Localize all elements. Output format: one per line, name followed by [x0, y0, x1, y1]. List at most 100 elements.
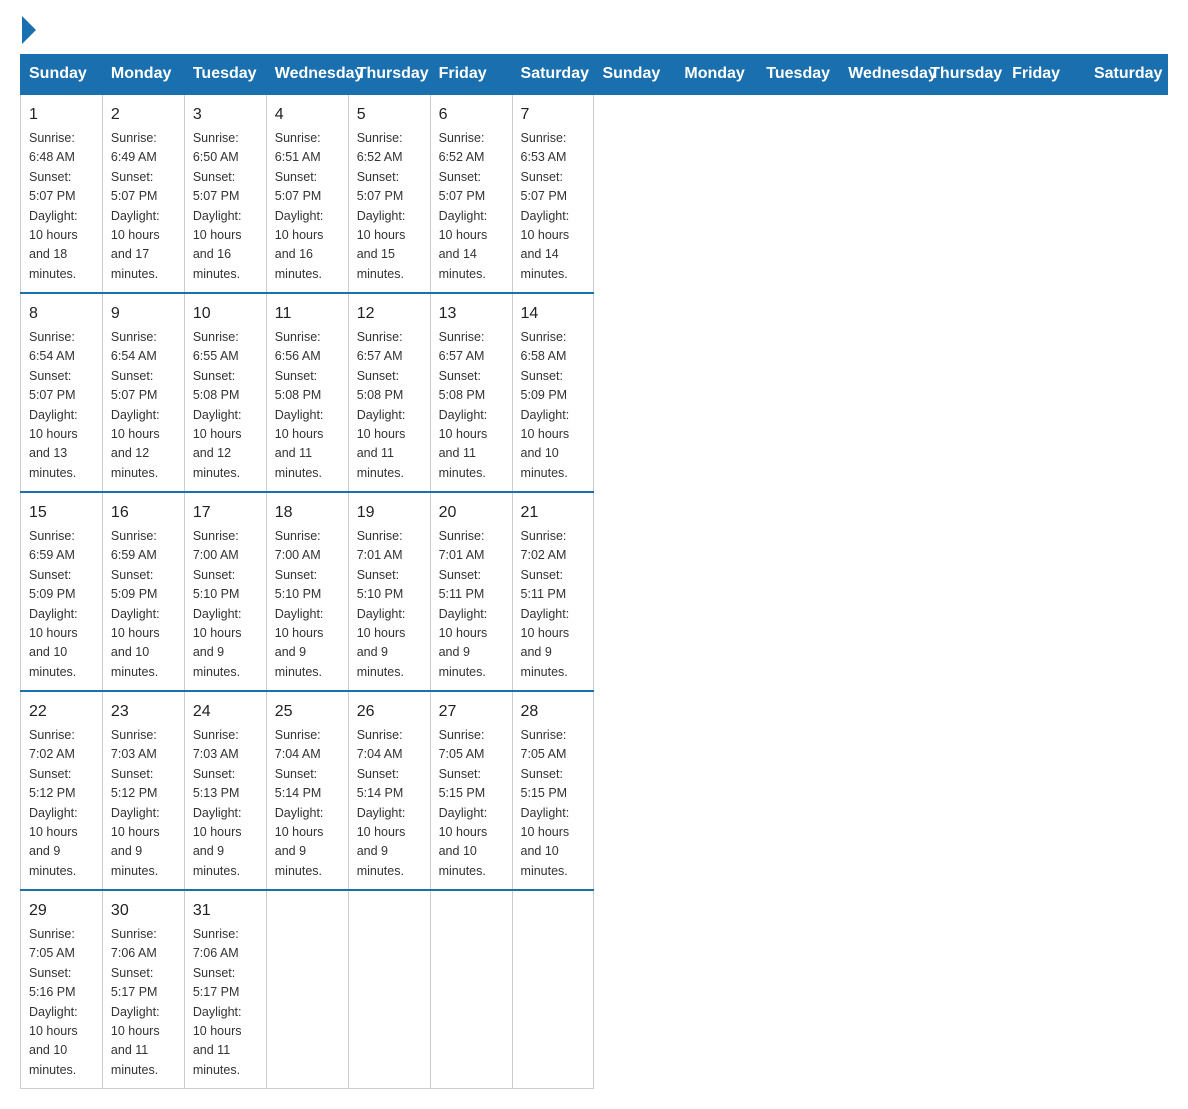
day-number: 5: [357, 103, 422, 127]
day-info: Sunrise: 6:48 AM Sunset: 5:07 PM Dayligh…: [29, 129, 94, 284]
day-number: 21: [521, 501, 586, 525]
calendar-header-row: SundayMondayTuesdayWednesdayThursdayFrid…: [21, 55, 1168, 95]
day-header-tuesday: Tuesday: [184, 55, 266, 95]
day-number: 25: [275, 700, 340, 724]
calendar-cell: [512, 890, 594, 1089]
calendar-cell: [348, 890, 430, 1089]
day-info: Sunrise: 6:51 AM Sunset: 5:07 PM Dayligh…: [275, 129, 340, 284]
day-info: Sunrise: 6:59 AM Sunset: 5:09 PM Dayligh…: [29, 527, 94, 682]
calendar-week-row: 15Sunrise: 6:59 AM Sunset: 5:09 PM Dayli…: [21, 492, 1168, 691]
day-info: Sunrise: 6:50 AM Sunset: 5:07 PM Dayligh…: [193, 129, 258, 284]
day-number: 8: [29, 302, 94, 326]
day-info: Sunrise: 6:52 AM Sunset: 5:07 PM Dayligh…: [439, 129, 504, 284]
calendar-cell: 7Sunrise: 6:53 AM Sunset: 5:07 PM Daylig…: [512, 94, 594, 293]
day-number: 24: [193, 700, 258, 724]
day-number: 11: [275, 302, 340, 326]
calendar-cell: 31Sunrise: 7:06 AM Sunset: 5:17 PM Dayli…: [184, 890, 266, 1089]
day-info: Sunrise: 7:06 AM Sunset: 5:17 PM Dayligh…: [193, 925, 258, 1080]
calendar-cell: 12Sunrise: 6:57 AM Sunset: 5:08 PM Dayli…: [348, 293, 430, 492]
calendar-cell: 26Sunrise: 7:04 AM Sunset: 5:14 PM Dayli…: [348, 691, 430, 890]
day-header-wednesday: Wednesday: [840, 55, 922, 95]
day-info: Sunrise: 7:00 AM Sunset: 5:10 PM Dayligh…: [193, 527, 258, 682]
day-info: Sunrise: 7:05 AM Sunset: 5:15 PM Dayligh…: [521, 726, 586, 881]
day-number: 19: [357, 501, 422, 525]
day-number: 13: [439, 302, 504, 326]
day-info: Sunrise: 6:53 AM Sunset: 5:07 PM Dayligh…: [521, 129, 586, 284]
day-number: 20: [439, 501, 504, 525]
calendar-table: SundayMondayTuesdayWednesdayThursdayFrid…: [20, 54, 1168, 1089]
calendar-week-row: 1Sunrise: 6:48 AM Sunset: 5:07 PM Daylig…: [21, 94, 1168, 293]
calendar-cell: 28Sunrise: 7:05 AM Sunset: 5:15 PM Dayli…: [512, 691, 594, 890]
day-number: 16: [111, 501, 176, 525]
calendar-cell: 13Sunrise: 6:57 AM Sunset: 5:08 PM Dayli…: [430, 293, 512, 492]
day-number: 3: [193, 103, 258, 127]
calendar-cell: 3Sunrise: 6:50 AM Sunset: 5:07 PM Daylig…: [184, 94, 266, 293]
calendar-cell: 14Sunrise: 6:58 AM Sunset: 5:09 PM Dayli…: [512, 293, 594, 492]
day-info: Sunrise: 7:02 AM Sunset: 5:12 PM Dayligh…: [29, 726, 94, 881]
day-number: 29: [29, 899, 94, 923]
day-info: Sunrise: 7:03 AM Sunset: 5:12 PM Dayligh…: [111, 726, 176, 881]
calendar-cell: 27Sunrise: 7:05 AM Sunset: 5:15 PM Dayli…: [430, 691, 512, 890]
calendar-cell: 5Sunrise: 6:52 AM Sunset: 5:07 PM Daylig…: [348, 94, 430, 293]
day-header-saturday: Saturday: [512, 55, 594, 95]
day-number: 27: [439, 700, 504, 724]
day-number: 23: [111, 700, 176, 724]
day-number: 6: [439, 103, 504, 127]
calendar-cell: 17Sunrise: 7:00 AM Sunset: 5:10 PM Dayli…: [184, 492, 266, 691]
calendar-cell: 18Sunrise: 7:00 AM Sunset: 5:10 PM Dayli…: [266, 492, 348, 691]
day-info: Sunrise: 6:54 AM Sunset: 5:07 PM Dayligh…: [29, 328, 94, 483]
day-number: 18: [275, 501, 340, 525]
calendar-cell: 1Sunrise: 6:48 AM Sunset: 5:07 PM Daylig…: [21, 94, 103, 293]
day-info: Sunrise: 6:54 AM Sunset: 5:07 PM Dayligh…: [111, 328, 176, 483]
logo-arrow-icon: [22, 16, 36, 44]
day-number: 14: [521, 302, 586, 326]
day-number: 31: [193, 899, 258, 923]
day-header-sunday: Sunday: [594, 55, 676, 95]
day-info: Sunrise: 6:52 AM Sunset: 5:07 PM Dayligh…: [357, 129, 422, 284]
calendar-week-row: 29Sunrise: 7:05 AM Sunset: 5:16 PM Dayli…: [21, 890, 1168, 1089]
calendar-cell: 16Sunrise: 6:59 AM Sunset: 5:09 PM Dayli…: [102, 492, 184, 691]
calendar-cell: 24Sunrise: 7:03 AM Sunset: 5:13 PM Dayli…: [184, 691, 266, 890]
day-info: Sunrise: 6:58 AM Sunset: 5:09 PM Dayligh…: [521, 328, 586, 483]
day-header-tuesday: Tuesday: [758, 55, 840, 95]
day-info: Sunrise: 7:01 AM Sunset: 5:11 PM Dayligh…: [439, 527, 504, 682]
day-info: Sunrise: 7:00 AM Sunset: 5:10 PM Dayligh…: [275, 527, 340, 682]
day-header-saturday: Saturday: [1085, 55, 1167, 95]
day-info: Sunrise: 7:05 AM Sunset: 5:16 PM Dayligh…: [29, 925, 94, 1080]
calendar-cell: 6Sunrise: 6:52 AM Sunset: 5:07 PM Daylig…: [430, 94, 512, 293]
day-header-wednesday: Wednesday: [266, 55, 348, 95]
calendar-cell: 15Sunrise: 6:59 AM Sunset: 5:09 PM Dayli…: [21, 492, 103, 691]
calendar-cell: 11Sunrise: 6:56 AM Sunset: 5:08 PM Dayli…: [266, 293, 348, 492]
day-info: Sunrise: 7:06 AM Sunset: 5:17 PM Dayligh…: [111, 925, 176, 1080]
calendar-cell: 8Sunrise: 6:54 AM Sunset: 5:07 PM Daylig…: [21, 293, 103, 492]
day-number: 28: [521, 700, 586, 724]
day-number: 2: [111, 103, 176, 127]
header: [20, 20, 1168, 38]
day-number: 1: [29, 103, 94, 127]
calendar-cell: 30Sunrise: 7:06 AM Sunset: 5:17 PM Dayli…: [102, 890, 184, 1089]
day-info: Sunrise: 6:57 AM Sunset: 5:08 PM Dayligh…: [439, 328, 504, 483]
calendar-cell: 23Sunrise: 7:03 AM Sunset: 5:12 PM Dayli…: [102, 691, 184, 890]
day-number: 4: [275, 103, 340, 127]
day-header-monday: Monday: [676, 55, 758, 95]
day-number: 17: [193, 501, 258, 525]
day-info: Sunrise: 6:56 AM Sunset: 5:08 PM Dayligh…: [275, 328, 340, 483]
day-number: 10: [193, 302, 258, 326]
day-info: Sunrise: 7:02 AM Sunset: 5:11 PM Dayligh…: [521, 527, 586, 682]
calendar-cell: 29Sunrise: 7:05 AM Sunset: 5:16 PM Dayli…: [21, 890, 103, 1089]
day-header-monday: Monday: [102, 55, 184, 95]
calendar-cell: 2Sunrise: 6:49 AM Sunset: 5:07 PM Daylig…: [102, 94, 184, 293]
day-header-friday: Friday: [1004, 55, 1086, 95]
calendar-cell: [266, 890, 348, 1089]
day-info: Sunrise: 7:03 AM Sunset: 5:13 PM Dayligh…: [193, 726, 258, 881]
day-number: 9: [111, 302, 176, 326]
calendar-cell: 21Sunrise: 7:02 AM Sunset: 5:11 PM Dayli…: [512, 492, 594, 691]
day-header-sunday: Sunday: [21, 55, 103, 95]
calendar-week-row: 8Sunrise: 6:54 AM Sunset: 5:07 PM Daylig…: [21, 293, 1168, 492]
day-number: 30: [111, 899, 176, 923]
day-info: Sunrise: 6:57 AM Sunset: 5:08 PM Dayligh…: [357, 328, 422, 483]
day-info: Sunrise: 7:04 AM Sunset: 5:14 PM Dayligh…: [275, 726, 340, 881]
day-info: Sunrise: 7:05 AM Sunset: 5:15 PM Dayligh…: [439, 726, 504, 881]
calendar-cell: 22Sunrise: 7:02 AM Sunset: 5:12 PM Dayli…: [21, 691, 103, 890]
calendar-cell: 4Sunrise: 6:51 AM Sunset: 5:07 PM Daylig…: [266, 94, 348, 293]
